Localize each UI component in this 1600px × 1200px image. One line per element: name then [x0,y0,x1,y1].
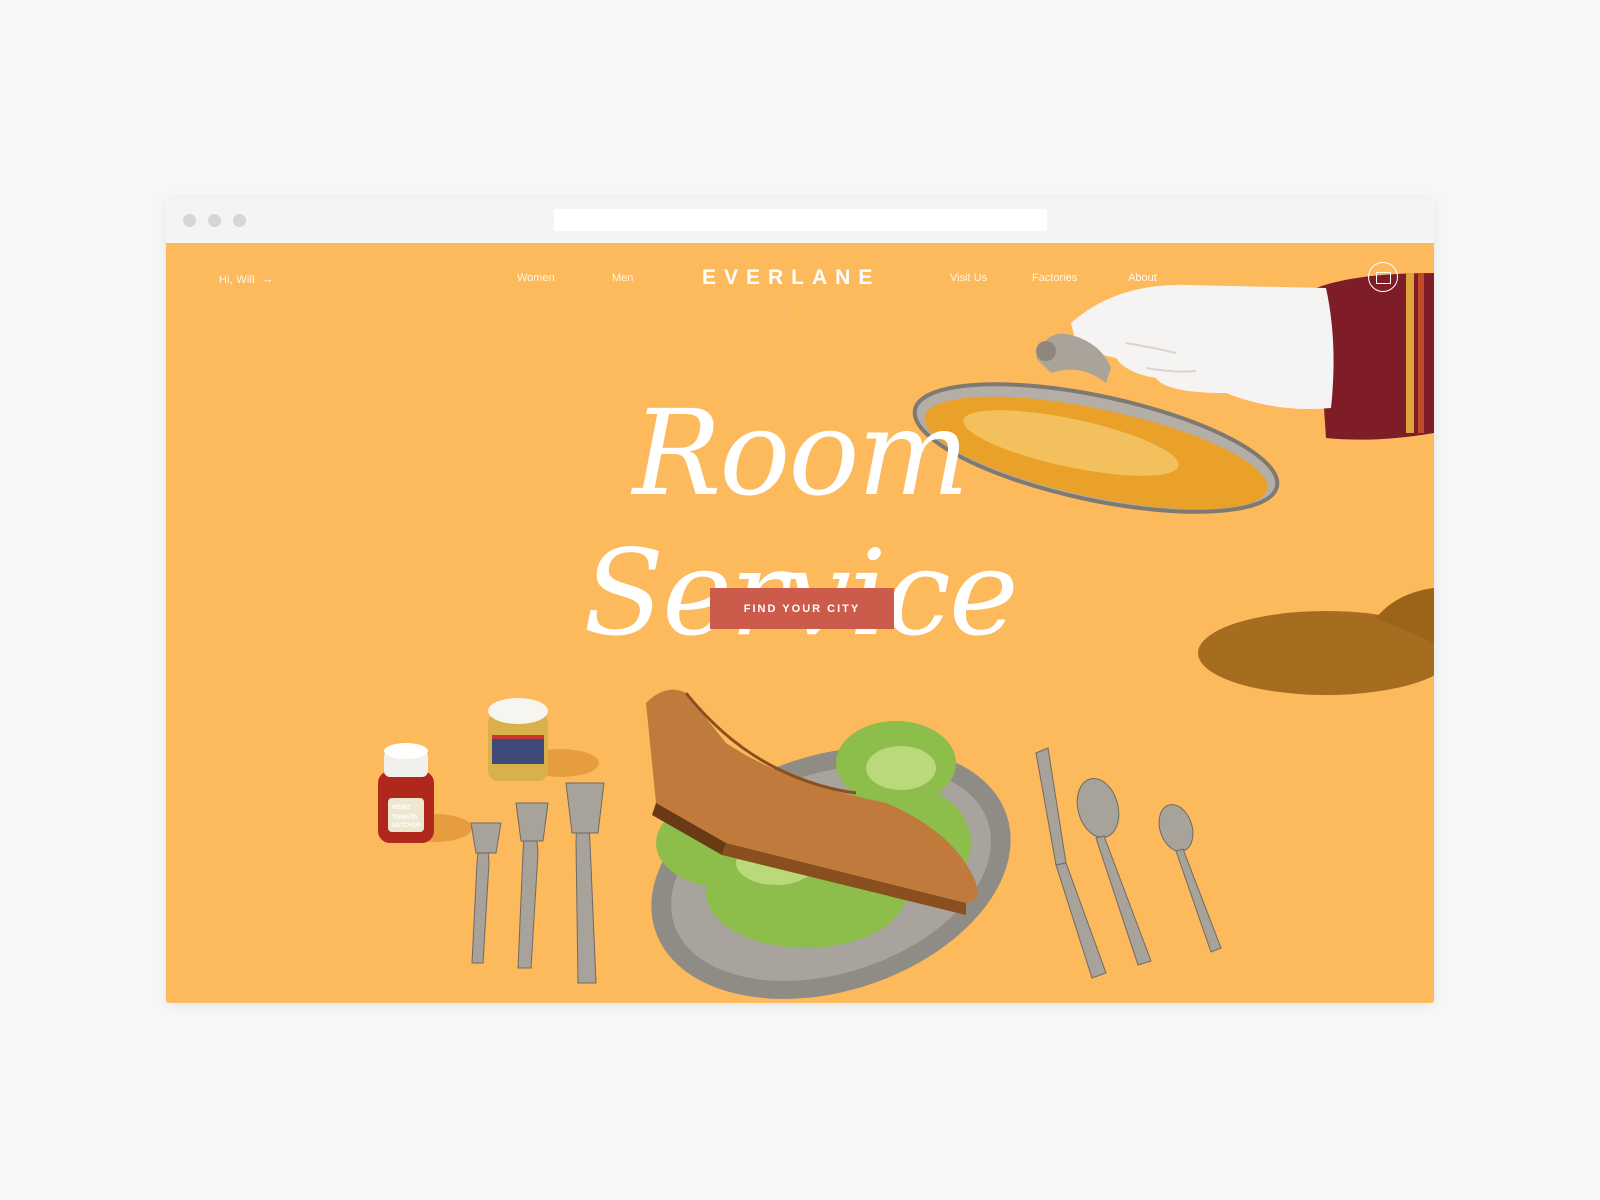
window-maximize-dot[interactable] [233,214,246,227]
ketchup-bottle: HEINZ TOMATO KETCHUP [378,743,472,843]
bellhop-sleeve [1316,273,1434,440]
plate-with-shoe [646,689,1011,999]
nav-link-about[interactable]: About [1128,272,1157,284]
greeting-text: Hi, Will [219,274,255,286]
arrow-right-icon: → [260,271,275,286]
nav-link-factories[interactable]: Factories [1032,272,1077,284]
cart-button[interactable] [1368,262,1398,292]
window-close-dot[interactable] [183,214,196,227]
hero-section: HEINZ TOMATO KETCHUP Hi, Will → Women Me… [166,243,1434,1003]
site-logo[interactable]: EVERLANE [702,266,880,290]
browser-titlebar [166,198,1434,243]
find-your-city-button[interactable]: FIND YOUR CITY [710,588,894,629]
account-greeting-link[interactable]: Hi, Will → [219,271,274,286]
logo-divider [786,303,787,313]
nav-link-women[interactable]: Women [517,272,555,284]
address-bar[interactable] [554,209,1047,231]
ketchup-label-line1: TOMATO [392,815,418,821]
window-minimize-dot[interactable] [208,214,221,227]
mustard-jar [488,698,599,781]
nav-link-men[interactable]: Men [612,272,633,284]
browser-window: HEINZ TOMATO KETCHUP Hi, Will → Women Me… [166,198,1434,1003]
ketchup-label-line2: KETCHUP [392,823,421,829]
nav-link-visit-us[interactable]: Visit Us [950,272,987,284]
knife-and-spoons [1035,747,1222,979]
forks [470,782,605,984]
ketchup-brand-text: HEINZ [392,805,410,811]
shopping-bag-icon [1376,272,1391,284]
